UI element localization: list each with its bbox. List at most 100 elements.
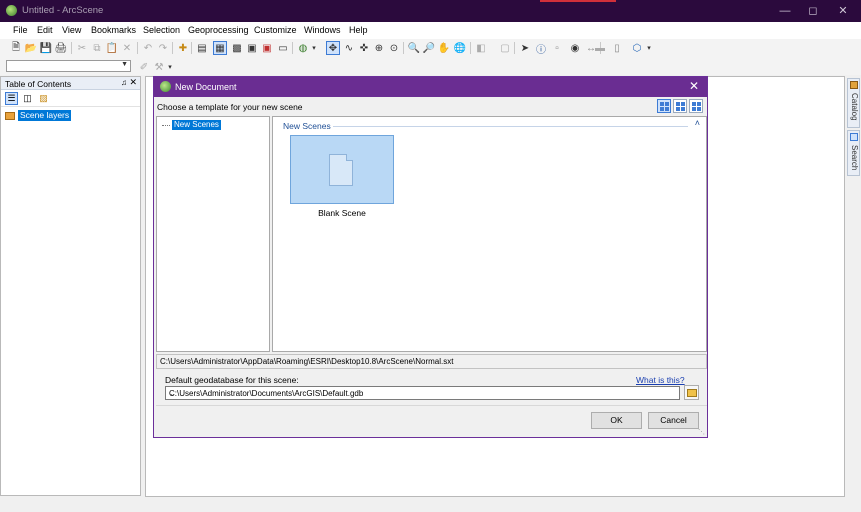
zoom-in-icon[interactable]: 🔍 — [407, 41, 421, 55]
zoom-to-target-icon[interactable]: ⊕ — [372, 41, 386, 55]
full-extent-icon[interactable]: 🌐 — [453, 41, 467, 55]
template-path-text: C:\Users\Administrator\AppData\Roaming\E… — [160, 357, 454, 366]
ok-button[interactable]: OK — [591, 412, 642, 429]
edit-sketch-icon[interactable]: ✐ — [137, 60, 151, 74]
menu-selection[interactable]: Selection — [143, 25, 180, 35]
chevron-down-icon[interactable]: ⌄ — [169, 389, 675, 398]
menu-customize[interactable]: Customize — [254, 25, 297, 35]
go-to-xy-icon[interactable]: ▬ — [593, 41, 607, 55]
menu-windows[interactable]: Windows — [304, 25, 341, 35]
target-center-icon[interactable]: ✜ — [357, 41, 371, 55]
list-by-visibility-icon[interactable]: ▨ — [37, 92, 50, 105]
template-prompt: Choose a template for your new scene — [157, 102, 303, 112]
collapse-icon[interactable]: ˄ — [695, 118, 700, 128]
toolbar-dropdown-icon[interactable]: ▾ — [166, 60, 174, 74]
set-observer-icon[interactable]: ⊙ — [387, 41, 401, 55]
browse-button[interactable] — [684, 385, 699, 400]
delete-icon[interactable]: ✕ — [120, 41, 134, 55]
large-icon-view-icon[interactable] — [689, 99, 703, 113]
geodatabase-combo[interactable]: C:\Users\Administrator\Documents\ArcGIS\… — [165, 386, 680, 400]
paste-icon[interactable]: 📋 — [105, 41, 119, 55]
cut-icon[interactable]: ✂ — [75, 41, 89, 55]
chevron-down-icon: ▼ — [121, 61, 128, 68]
blank-scene-label: Blank Scene — [318, 208, 366, 218]
toc-header: Table of Contents ♫ ✕ — [1, 77, 140, 90]
print-icon[interactable]: 🖨 — [54, 41, 68, 55]
arcscene-app-icon — [160, 81, 171, 92]
menu-view[interactable]: View — [62, 25, 81, 35]
zoom-out-icon[interactable]: 🔎 — [422, 41, 436, 55]
undo-icon[interactable]: ↶ — [141, 41, 155, 55]
new-document-icon[interactable]: 🗎 — [9, 41, 23, 55]
resize-grip-icon[interactable]: ⋱ — [698, 428, 705, 436]
dialog-title-bar: New Document ✕ — [154, 77, 707, 97]
maximize-button[interactable]: ◻ — [798, 0, 828, 22]
cancel-button[interactable]: Cancel — [648, 412, 699, 429]
template-path: C:\Users\Administrator\AppData\Roaming\E… — [156, 354, 707, 369]
clear-selection-icon[interactable]: ▢ — [498, 41, 512, 55]
toolbar-overflow-icon[interactable]: ▾ — [645, 41, 653, 55]
window-title: Untitled - ArcScene — [22, 5, 104, 16]
pin-icon[interactable]: ♫ — [121, 78, 127, 87]
search-icon — [850, 133, 858, 141]
tab-catalog-label: Catalog — [850, 93, 859, 121]
search-window-icon[interactable]: ▣ — [245, 41, 259, 55]
menu-edit[interactable]: Edit — [37, 25, 53, 35]
dialog-close-button[interactable]: ✕ — [689, 79, 699, 93]
scene-properties-icon[interactable]: ▤ — [195, 41, 209, 55]
html-popup-icon[interactable]: ▫ — [550, 41, 564, 55]
copy-icon[interactable]: ⧉ — [90, 41, 104, 55]
add-data-icon[interactable]: ✚ — [176, 41, 190, 55]
layer-toolbar: ▼ ✐ ⚒ ▾ — [0, 58, 861, 75]
what-is-this-link[interactable]: What is this? — [636, 375, 685, 385]
tree-node-new-scenes[interactable]: New Scenes — [172, 120, 221, 130]
title-bar: Untitled - ArcScene — ◻ ✕ — [0, 0, 861, 22]
menu-file[interactable]: File — [13, 25, 28, 35]
new-document-dialog: New Document ✕ Choose a template for you… — [153, 76, 708, 438]
accent-line — [540, 0, 616, 2]
fly-icon[interactable]: ∿ — [342, 41, 356, 55]
menu-bar: File Edit View Bookmarks Selection Geopr… — [0, 22, 861, 39]
toc-tools: ☰ ◫ ▨ — [1, 90, 140, 107]
list-by-drawing-order-icon[interactable]: ☰ — [5, 92, 18, 105]
list-by-source-icon[interactable]: ◫ — [21, 92, 34, 105]
model-builder-icon[interactable]: ◍ — [296, 41, 310, 55]
save-icon[interactable]: 💾 — [39, 41, 53, 55]
geodatabase-label: Default geodatabase for this scene: — [165, 375, 299, 385]
menu-help[interactable]: Help — [349, 25, 368, 35]
find-icon[interactable]: ◉ — [568, 41, 582, 55]
close-icon[interactable]: ✕ — [129, 77, 137, 88]
menu-bookmarks[interactable]: Bookmarks — [91, 25, 136, 35]
navigate-icon[interactable]: ✥ — [326, 41, 340, 55]
layers-icon — [5, 111, 15, 120]
toolbar-dropdown-icon[interactable]: ▾ — [310, 41, 318, 55]
identify-icon[interactable]: ⓘ — [534, 41, 548, 56]
layer-combo[interactable]: ▼ — [6, 60, 131, 72]
catalog-icon — [850, 81, 858, 89]
tab-search[interactable]: Search — [847, 130, 860, 176]
arcscene-app-icon — [6, 5, 17, 16]
catalog-window-icon[interactable]: ▩ — [230, 41, 244, 55]
blank-scene-tile[interactable] — [290, 135, 394, 204]
table-of-contents-icon[interactable]: ▦ — [213, 41, 227, 55]
toc-title: Table of Contents — [5, 79, 72, 89]
select-features-icon[interactable]: ◧ — [474, 41, 488, 55]
3d-effects-icon[interactable]: ⬡ — [630, 41, 644, 55]
arctoolbox-icon[interactable]: ▣ — [260, 41, 274, 55]
pan-icon[interactable]: ✋ — [437, 41, 451, 55]
animation-icon[interactable]: ▯ — [610, 41, 624, 55]
open-icon[interactable]: 📂 — [24, 41, 38, 55]
minimize-button[interactable]: — — [770, 0, 800, 22]
toc-layer-item[interactable]: Scene layers — [5, 110, 72, 121]
tab-catalog[interactable]: Catalog — [847, 78, 860, 128]
redo-icon[interactable]: ↷ — [156, 41, 170, 55]
select-elements-icon[interactable]: ➤ — [518, 41, 532, 55]
menu-geoprocessing[interactable]: Geoprocessing — [188, 25, 249, 35]
tab-search-label: Search — [850, 145, 859, 171]
details-view-icon[interactable] — [657, 99, 671, 113]
folder-icon — [686, 388, 697, 397]
thumbnail-view-icon[interactable] — [673, 99, 687, 113]
tool-icon[interactable]: ⚒ — [152, 60, 166, 74]
close-button[interactable]: ✕ — [828, 0, 858, 22]
python-window-icon[interactable]: ▭ — [276, 41, 290, 55]
